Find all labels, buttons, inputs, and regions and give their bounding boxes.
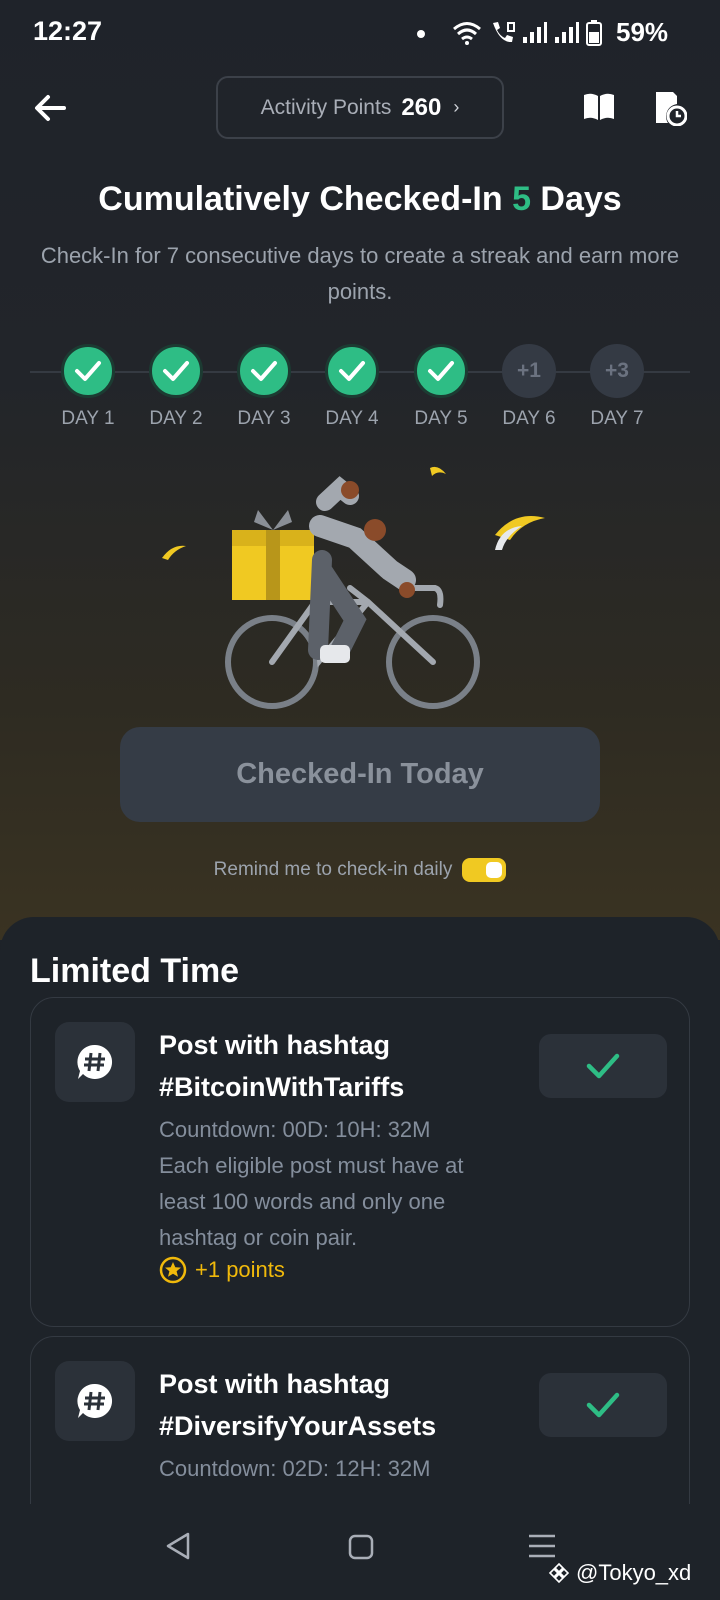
day-label: DAY 1 xyxy=(61,408,115,429)
limited-time-sheet: Limited Time Post with hashtag #BitcoinW… xyxy=(0,917,720,1600)
task-countdown: Countdown: 00D: 10H: 32M xyxy=(159,1117,431,1142)
check-icon xyxy=(428,361,454,381)
limited-time-title: Limited Time xyxy=(30,952,240,990)
signal-2-icon xyxy=(555,22,579,43)
status-time: 12:27 xyxy=(33,16,103,46)
hashtag-chat-icon xyxy=(77,1044,113,1079)
day-check-circle xyxy=(325,344,379,398)
back-button[interactable] xyxy=(30,88,70,128)
streak-day-7: +3 DAY 7 xyxy=(572,344,662,430)
battery-percent: 59% xyxy=(616,17,669,47)
day-check-circle xyxy=(237,344,291,398)
streak-day-3: DAY 3 xyxy=(219,344,309,430)
activity-points-button[interactable]: Activity Points 260 › xyxy=(216,76,504,139)
day-bonus-circle: +1 xyxy=(502,344,556,398)
task-description: Countdown: 02D: 12H: 32M xyxy=(159,1451,504,1487)
signal-1-icon xyxy=(523,22,547,43)
day-label: DAY 4 xyxy=(325,408,379,429)
task-reward-text: +1 points xyxy=(195,1257,285,1282)
day-check-circle xyxy=(149,344,203,398)
task-title: Post with hashtag #DiversifyYourAssets xyxy=(159,1369,437,1441)
toggle-knob xyxy=(486,862,503,878)
streak-day-4: DAY 4 xyxy=(307,344,397,430)
status-bar: 12:27 59% xyxy=(0,0,720,66)
back-arrow-icon xyxy=(35,95,66,121)
task-icon xyxy=(55,1361,135,1441)
battery-icon xyxy=(586,20,602,46)
reminder-row: Remind me to check-in daily xyxy=(0,858,720,882)
activity-points-value: 260 xyxy=(401,93,442,121)
day-check-circle xyxy=(61,344,115,398)
cyclist-gift-illustration xyxy=(162,466,545,709)
day-bonus-circle: +3 xyxy=(590,344,644,398)
day-label: DAY 6 xyxy=(502,408,556,429)
rules-book-button[interactable] xyxy=(582,92,616,122)
streak-day-5: DAY 5 xyxy=(396,344,486,430)
task-card: Post with hashtag #BitcoinWithTariffs Co… xyxy=(30,997,690,1327)
watermark: @Tokyo_xd xyxy=(548,1560,691,1586)
check-icon xyxy=(163,361,189,381)
streak-day-2: DAY 2 xyxy=(131,344,221,430)
task-completed-button[interactable] xyxy=(539,1034,667,1098)
nav-back-button[interactable] xyxy=(164,1530,192,1567)
streak-day-1: DAY 1 xyxy=(43,344,133,430)
task-description: Countdown: 00D: 10H: 32M Each eligible p… xyxy=(159,1112,504,1256)
day-label: DAY 5 xyxy=(414,408,468,429)
checked-in-count: 5 xyxy=(512,180,531,218)
reminder-toggle[interactable] xyxy=(462,858,507,882)
square-home-icon xyxy=(348,1534,374,1560)
task-reward: +1 points xyxy=(159,1256,285,1284)
page-subtitle: Check-In for 7 consecutive days to creat… xyxy=(40,243,680,304)
task-countdown: Countdown: 02D: 12H: 32M xyxy=(159,1456,431,1481)
recents-menu-icon xyxy=(529,1534,555,1558)
title-prefix: Cumulatively Checked-In xyxy=(98,180,513,218)
status-icons xyxy=(452,18,602,48)
hashtag-chat-icon xyxy=(77,1383,113,1418)
chevron-right-icon: › xyxy=(453,97,460,117)
watermark-text: @Tokyo_xd xyxy=(576,1560,692,1585)
check-icon xyxy=(586,1053,620,1079)
book-icon xyxy=(584,93,614,120)
notification-dot xyxy=(417,30,425,38)
checked-in-today-button[interactable]: Checked-In Today xyxy=(120,727,600,822)
task-title: Post with hashtag #BitcoinWithTariffs xyxy=(159,1030,405,1102)
nav-home-button[interactable] xyxy=(348,1534,374,1565)
wifi-call-icon xyxy=(493,22,515,43)
day-check-circle xyxy=(414,344,468,398)
binance-logo-icon xyxy=(548,1562,570,1584)
task-completed-button[interactable] xyxy=(539,1373,667,1437)
check-icon xyxy=(75,361,101,381)
check-icon xyxy=(251,361,277,381)
history-button[interactable] xyxy=(653,90,688,127)
page-title: Cumulatively Checked-In 5 Days xyxy=(0,180,720,219)
wifi-icon xyxy=(453,22,481,45)
history-clock-icon xyxy=(656,92,688,127)
day-label: DAY 7 xyxy=(590,408,644,429)
activity-points-label: Activity Points xyxy=(260,95,392,119)
check-icon xyxy=(339,361,365,381)
streak-day-6: +1 DAY 6 xyxy=(484,344,574,430)
check-icon xyxy=(586,1392,620,1418)
title-suffix: Days xyxy=(530,180,622,218)
star-coin-icon xyxy=(159,1256,187,1284)
reminder-label: Remind me to check-in daily xyxy=(213,859,453,880)
day-label: DAY 3 xyxy=(237,408,291,429)
triangle-back-icon xyxy=(166,1532,190,1560)
day-label: DAY 2 xyxy=(149,408,203,429)
task-rules: Each eligible post must have at least 10… xyxy=(159,1153,464,1250)
task-icon xyxy=(55,1022,135,1102)
